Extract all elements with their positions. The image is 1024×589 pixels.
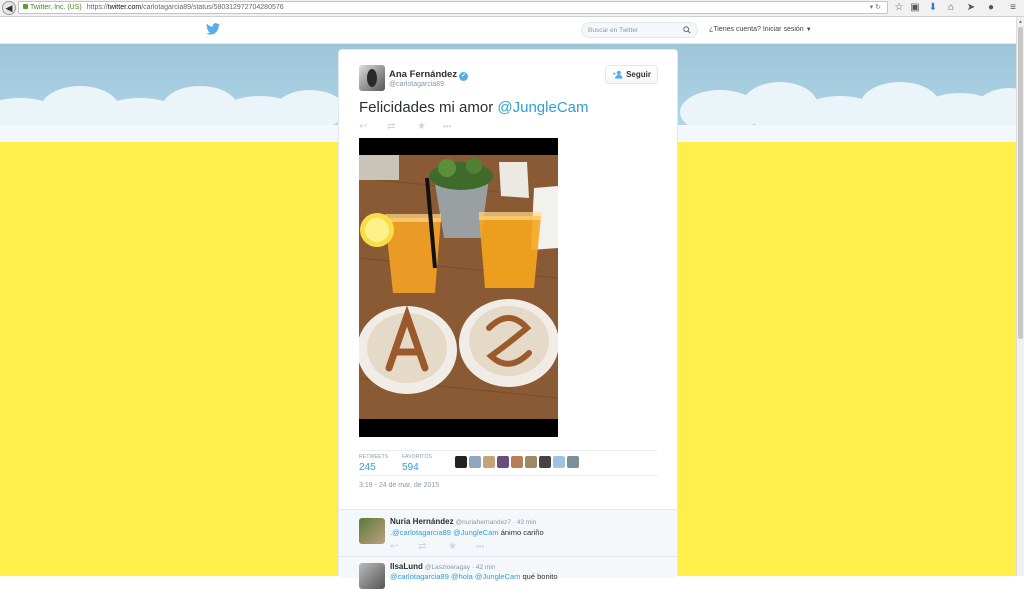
login-prompt: ¿Tienes cuenta? Iniciar sesión bbox=[709, 26, 804, 33]
favoriter-avatar[interactable] bbox=[567, 456, 579, 468]
twitter-bird-icon[interactable] bbox=[206, 23, 220, 35]
tweet-photo[interactable] bbox=[359, 138, 558, 437]
reply-icon[interactable]: ↩ bbox=[390, 542, 398, 552]
reply-divider bbox=[339, 556, 677, 557]
search-box[interactable] bbox=[581, 22, 698, 38]
reply-avatar[interactable] bbox=[359, 563, 385, 589]
reply-avatar[interactable] bbox=[359, 518, 385, 544]
retweets-label: RETWEETS bbox=[359, 454, 389, 460]
back-arrow-icon[interactable]: ◀ bbox=[2, 1, 16, 15]
scroll-up-arrow-icon[interactable]: ▲ bbox=[1018, 19, 1023, 25]
reply-body: qué bonito bbox=[520, 572, 558, 581]
home-icon[interactable]: ⌂ bbox=[944, 1, 958, 15]
reply-body: ánimo cariño bbox=[498, 528, 544, 537]
author-name[interactable]: Ana Fernández bbox=[389, 69, 457, 80]
more-options-icon[interactable]: ••• bbox=[476, 542, 484, 552]
reply-author[interactable]: IlsaLund @Laszloeragay · 42 min bbox=[390, 562, 495, 571]
star-icon[interactable]: ☆ bbox=[892, 1, 906, 15]
photo-drinks-coffee-image bbox=[359, 138, 558, 437]
reply-mention[interactable]: @carlotagarcia89 bbox=[390, 572, 451, 581]
url-prefix: https:// bbox=[86, 4, 108, 11]
retweet-icon[interactable]: ⇄ bbox=[387, 122, 395, 132]
reply-text: .@carlotagarcia89 @JungleCam ánimo cariñ… bbox=[390, 528, 544, 537]
site-identity: Twitter, Inc. (US) bbox=[30, 4, 82, 11]
tweet-timestamp[interactable]: 3:19 - 24 de mar. de 2015 bbox=[359, 482, 439, 489]
favoriter-avatar[interactable] bbox=[497, 456, 509, 468]
twitter-topbar: ¿Tienes cuenta? Iniciar sesión▼ bbox=[0, 17, 1016, 44]
address-bar[interactable]: Twitter, Inc. (US) https://twitter.com/ca… bbox=[18, 1, 888, 14]
chat-icon[interactable]: ● bbox=[984, 1, 998, 15]
favoriter-avatar[interactable] bbox=[483, 456, 495, 468]
reply-handle: @Laszloeragay · 42 min bbox=[424, 564, 496, 571]
follow-button[interactable]: Seguir bbox=[605, 65, 658, 84]
author-handle[interactable]: @carlotagarcia89 bbox=[389, 81, 444, 88]
browser-toolbar: ◀ Twitter, Inc. (US) https://twitter.com/… bbox=[0, 0, 1024, 17]
url-path: /carlotagarcia89/status/5803129727042805… bbox=[141, 4, 284, 11]
menu-icon[interactable]: ≡ bbox=[1006, 1, 1020, 15]
replies-section: Nuria Hernández @nuriahernandez7 · 43 min… bbox=[339, 509, 677, 589]
tweet-text: Felicidades mi amor @JungleCam bbox=[359, 99, 589, 116]
favoriter-avatar[interactable] bbox=[511, 456, 523, 468]
favoriter-avatar[interactable] bbox=[539, 456, 551, 468]
login-dropdown[interactable]: ¿Tienes cuenta? Iniciar sesión ▼ bbox=[709, 26, 812, 33]
follow-user-icon bbox=[613, 70, 623, 79]
verified-badge-icon: ✓ bbox=[459, 72, 469, 81]
more-options-icon[interactable]: ••• bbox=[443, 122, 451, 132]
page-scrollbar[interactable]: ▲ bbox=[1016, 17, 1024, 576]
scroll-thumb[interactable] bbox=[1018, 27, 1023, 339]
reply-text: @carlotagarcia89 @hola @JungleCam qué bo… bbox=[390, 572, 558, 581]
author-avatar[interactable] bbox=[359, 65, 385, 91]
reply-icon[interactable]: ↩ bbox=[359, 122, 367, 132]
favorites-count[interactable]: 594 bbox=[402, 462, 419, 473]
search-input[interactable] bbox=[588, 24, 678, 36]
lock-icon bbox=[23, 4, 28, 9]
url-host: twitter.com bbox=[107, 4, 142, 11]
reply-mention[interactable]: .@carlotagarcia89 bbox=[390, 528, 453, 537]
favorite-star-icon[interactable]: ★ bbox=[417, 122, 426, 132]
favoriter-avatar[interactable] bbox=[553, 456, 565, 468]
reply-handle: @nuriahernandez7 · 43 min bbox=[455, 519, 537, 526]
reply-name[interactable]: IlsaLund bbox=[390, 562, 423, 571]
reply-author[interactable]: Nuria Hernández @nuriahernandez7 · 43 min bbox=[390, 517, 536, 526]
favoriter-avatar[interactable] bbox=[525, 456, 537, 468]
favorites-label: FAVORITOS bbox=[402, 454, 432, 460]
chevron-down-icon: ▼ bbox=[805, 27, 812, 33]
send-icon[interactable]: ➤ bbox=[964, 1, 978, 15]
retweet-icon[interactable]: ⇄ bbox=[418, 542, 426, 552]
favorite-star-icon[interactable]: ★ bbox=[448, 542, 457, 552]
download-icon[interactable]: ⬇ bbox=[926, 1, 940, 15]
favoriter-avatar[interactable] bbox=[469, 456, 481, 468]
clipboard-icon[interactable]: ▣ bbox=[908, 1, 922, 15]
favoriter-avatar[interactable] bbox=[455, 456, 467, 468]
tweet-mention-link[interactable]: @JungleCam bbox=[497, 99, 588, 116]
search-icon[interactable] bbox=[683, 26, 691, 34]
reply-name[interactable]: Nuria Hernández bbox=[390, 517, 454, 526]
author-name-row[interactable]: Ana Fernández ✓ bbox=[389, 69, 469, 81]
tweet-card: Ana Fernández ✓ @carlotagarcia89 Seguir F… bbox=[338, 49, 678, 589]
reply-mention[interactable]: @JungleCam bbox=[453, 528, 499, 537]
retweets-count[interactable]: 245 bbox=[359, 462, 376, 473]
follow-label: Seguir bbox=[626, 70, 651, 79]
reload-icon[interactable]: ▾ ↻ bbox=[870, 2, 881, 13]
reply-mention[interactable]: @hola @JungleCam bbox=[451, 572, 520, 581]
tweet-body: Felicidades mi amor bbox=[359, 99, 498, 116]
tweet-stats: RETWEETS 245 FAVORITOS 594 bbox=[359, 450, 658, 476]
